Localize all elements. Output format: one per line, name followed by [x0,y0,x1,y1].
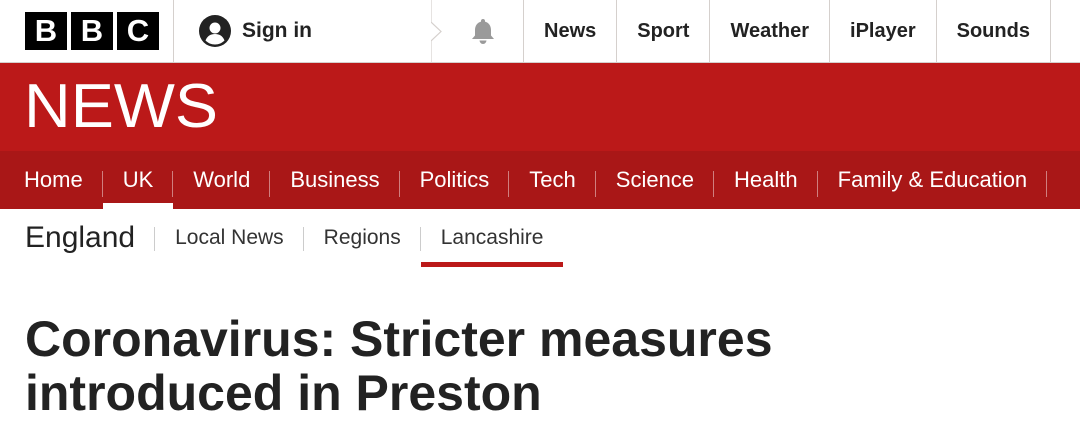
top-nav-sounds[interactable]: Sounds [937,0,1051,62]
user-icon [199,15,231,47]
section-nav-politics[interactable]: Politics [400,151,510,209]
section-nav-business[interactable]: Business [270,151,400,209]
section-nav-health[interactable]: Health [714,151,818,209]
news-banner: NEWS [0,63,1080,151]
sub-nav-lancashire[interactable]: Lancashire [420,209,564,267]
section-nav-family-education[interactable]: Family & Education [818,151,1048,209]
sub-nav-title[interactable]: England [25,209,156,267]
top-nav: News Sport Weather iPlayer Sounds [524,0,1051,62]
logo-letter: B [25,12,67,50]
news-wordmark[interactable]: NEWS [24,79,224,133]
section-nav-science[interactable]: Science [596,151,715,209]
divider-chevron [431,0,442,63]
top-nav-iplayer[interactable]: iPlayer [830,0,937,62]
top-nav-weather[interactable]: Weather [710,0,831,62]
sub-nav-regions[interactable]: Regions [304,209,421,267]
bell-icon [471,19,494,44]
top-nav-sport[interactable]: Sport [617,0,711,62]
logo-letter: B [71,12,113,50]
bbc-logo[interactable]: B B C [0,0,174,62]
notifications-button[interactable] [442,0,524,62]
section-nav-uk[interactable]: UK [102,151,174,209]
sign-in-link[interactable]: Sign in [174,0,442,63]
section-nav-home[interactable]: Home [4,151,103,209]
logo-letter: C [117,12,159,50]
sub-nav-local-news[interactable]: Local News [155,209,304,267]
top-bar: B B C Sign in News Sport Weather iPlayer… [0,0,1080,63]
section-nav-world[interactable]: World [173,151,271,209]
sub-nav: England Local News Regions Lancashire [0,209,1080,267]
sign-in-label: Sign in [242,19,312,42]
news-wordmark-text: NEWS [24,79,218,133]
section-nav-tech[interactable]: Tech [509,151,597,209]
section-nav: Home UK World Business Politics Tech Sci… [0,151,1080,209]
top-nav-news[interactable]: News [524,0,618,62]
article-headline: Coronavirus: Stricter measures introduce… [25,311,773,421]
